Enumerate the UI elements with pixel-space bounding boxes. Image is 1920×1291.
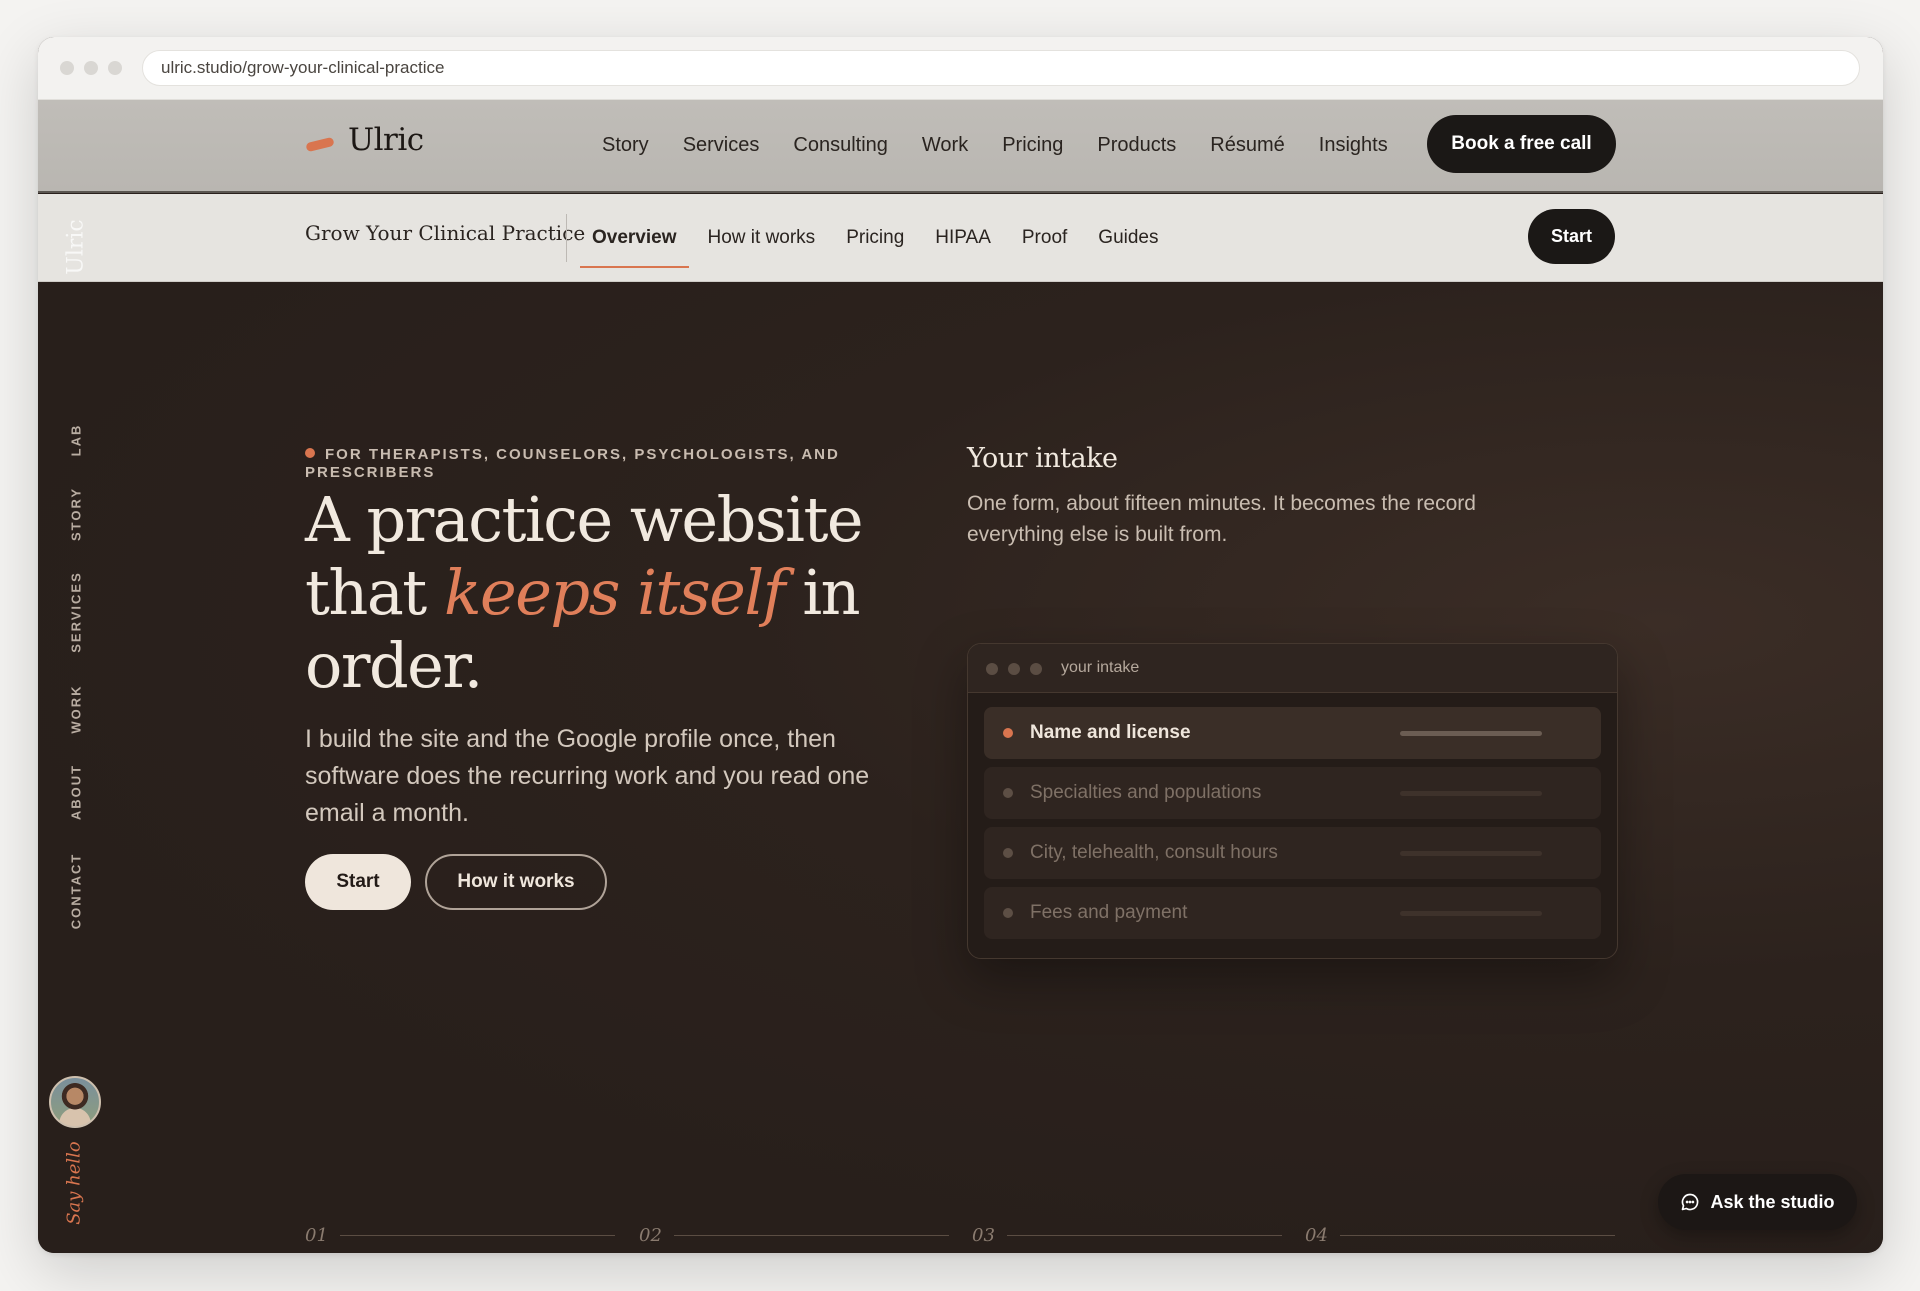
brand-logo[interactable]: Ulric	[305, 122, 424, 158]
intake-field-list: Name and license Specialties and populat…	[984, 707, 1601, 947]
step-number: 01	[305, 1225, 328, 1246]
section-divider	[566, 214, 567, 262]
minimize-window-button[interactable]	[84, 61, 98, 75]
rail-link-work[interactable]: WORK	[69, 684, 84, 733]
field-label: Name and license	[1030, 722, 1191, 743]
nav-link-story[interactable]: Story	[602, 134, 649, 157]
hero-lede: I build the site and the Google profile …	[305, 725, 870, 827]
brand-name: Ulric	[348, 122, 424, 158]
card-window-dots	[986, 663, 1042, 675]
hero-how-it-works-button[interactable]: How it works	[425, 854, 607, 910]
step-item[interactable]: 04	[1305, 1225, 1615, 1246]
intake-field-row[interactable]: Specialties and populations	[984, 767, 1601, 819]
chat-bubble-icon	[1682, 1193, 1699, 1211]
card-dot-icon	[1030, 663, 1042, 675]
nav-link-services[interactable]: Services	[683, 134, 760, 157]
step-number: 04	[1305, 1225, 1328, 1246]
intake-field-row[interactable]: Name and license	[984, 707, 1601, 759]
tab-pricing[interactable]: Pricing	[846, 194, 904, 282]
card-header: your intake	[968, 644, 1617, 693]
tab-proof[interactable]: Proof	[1022, 194, 1067, 282]
step-number: 03	[972, 1225, 995, 1246]
step-item[interactable]: 01	[305, 1225, 615, 1246]
eyebrow-dot-icon	[305, 448, 315, 458]
field-status-dot-icon	[1003, 908, 1013, 918]
field-label: Fees and payment	[1030, 902, 1188, 923]
rail-link-lab[interactable]: LAB	[69, 424, 84, 457]
section-start-button[interactable]: Start	[1528, 209, 1615, 264]
step-line	[339, 1235, 615, 1236]
nav-link-consulting[interactable]: Consulting	[793, 134, 888, 157]
headline-emphasis: keeps itself	[443, 556, 786, 629]
step-line	[1339, 1235, 1615, 1236]
field-status-dot-icon	[1003, 788, 1013, 798]
nav-link-work[interactable]: Work	[922, 134, 968, 157]
card-dot-icon	[986, 663, 998, 675]
intake-description: One form, about fifteen minutes. It beco…	[967, 492, 1476, 546]
avatar[interactable]	[49, 1076, 101, 1128]
field-placeholder-bar	[1400, 731, 1542, 736]
intake-field-row[interactable]: Fees and payment	[984, 887, 1601, 939]
card-title: your intake	[1061, 659, 1140, 676]
ask-the-studio-label: Ask the studio	[1710, 1191, 1835, 1212]
step-line	[1006, 1235, 1282, 1236]
tab-overview[interactable]: Overview	[580, 194, 689, 282]
rail-link-services[interactable]: SERVICES	[69, 571, 84, 653]
section-title: Grow Your Clinical Practice	[305, 221, 586, 245]
tab-how-it-works[interactable]: How it works	[708, 194, 816, 282]
window-controls	[60, 61, 122, 75]
field-status-dot-icon	[1003, 728, 1013, 738]
zoom-window-button[interactable]	[108, 61, 122, 75]
book-free-call-button[interactable]: Book a free call	[1427, 115, 1616, 173]
main-nav: Ulric Story Services Consulting Work Pri…	[38, 100, 1883, 193]
address-bar[interactable]: ulric.studio/grow-your-clinical-practice	[142, 50, 1860, 86]
hero-start-button[interactable]: Start	[305, 854, 411, 910]
hero-section: FOR THERAPISTS, COUNSELORS, PSYCHOLOGIST…	[38, 283, 1883, 1253]
brand-mark-icon	[305, 136, 335, 152]
nav-link-products[interactable]: Products	[1097, 134, 1176, 157]
section-nav: Grow Your Clinical Practice Overview How…	[38, 194, 1883, 282]
rail-link-story[interactable]: STORY	[69, 487, 84, 541]
step-line	[673, 1235, 949, 1236]
tab-guides[interactable]: Guides	[1098, 194, 1158, 282]
section-nav-links: Overview How it works Pricing HIPAA Proo…	[580, 194, 1159, 282]
field-status-dot-icon	[1003, 848, 1013, 858]
nav-link-pricing[interactable]: Pricing	[1002, 134, 1063, 157]
field-label: Specialties and populations	[1030, 782, 1262, 803]
step-item[interactable]: 02	[639, 1225, 949, 1246]
browser-chrome: ulric.studio/grow-your-clinical-practice	[38, 37, 1883, 100]
hero-eyebrow: FOR THERAPISTS, COUNSELORS, PSYCHOLOGIST…	[305, 446, 865, 482]
field-placeholder-bar	[1400, 911, 1542, 916]
step-item[interactable]: 03	[972, 1225, 1282, 1246]
nav-link-insights[interactable]: Insights	[1319, 134, 1388, 157]
ask-the-studio-button[interactable]: Ask the studio	[1658, 1174, 1857, 1230]
rail-logo[interactable]: Ulric	[46, 207, 106, 287]
hero-headline: A practice website that keeps itself in …	[305, 483, 925, 702]
field-placeholder-bar	[1400, 791, 1542, 796]
intake-field-row[interactable]: City, telehealth, consult hours	[984, 827, 1601, 879]
rail-link-about[interactable]: ABOUT	[69, 764, 84, 820]
tab-hipaa[interactable]: HIPAA	[935, 194, 991, 282]
card-dot-icon	[1008, 663, 1020, 675]
step-indicator: 01 02 03 04	[305, 1225, 1618, 1253]
close-window-button[interactable]	[60, 61, 74, 75]
nav-link-resume[interactable]: Résumé	[1210, 134, 1284, 157]
intake-title: Your intake	[967, 443, 1118, 474]
step-number: 02	[639, 1225, 662, 1246]
field-label: City, telehealth, consult hours	[1030, 842, 1278, 863]
intake-preview-card: your intake Name and license Specialties…	[967, 643, 1618, 959]
rail-logo-text: Ulric	[63, 219, 89, 275]
rail-link-contact[interactable]: CONTACT	[69, 853, 84, 930]
hero-eyebrow-text: FOR THERAPISTS, COUNSELORS, PSYCHOLOGIST…	[305, 446, 840, 481]
field-placeholder-bar	[1400, 851, 1542, 856]
main-nav-links: Story Services Consulting Work Pricing P…	[602, 100, 1388, 191]
browser-window: ulric.studio/grow-your-clinical-practice…	[38, 37, 1883, 1253]
say-hello-link[interactable]: Say hello	[64, 1141, 85, 1225]
